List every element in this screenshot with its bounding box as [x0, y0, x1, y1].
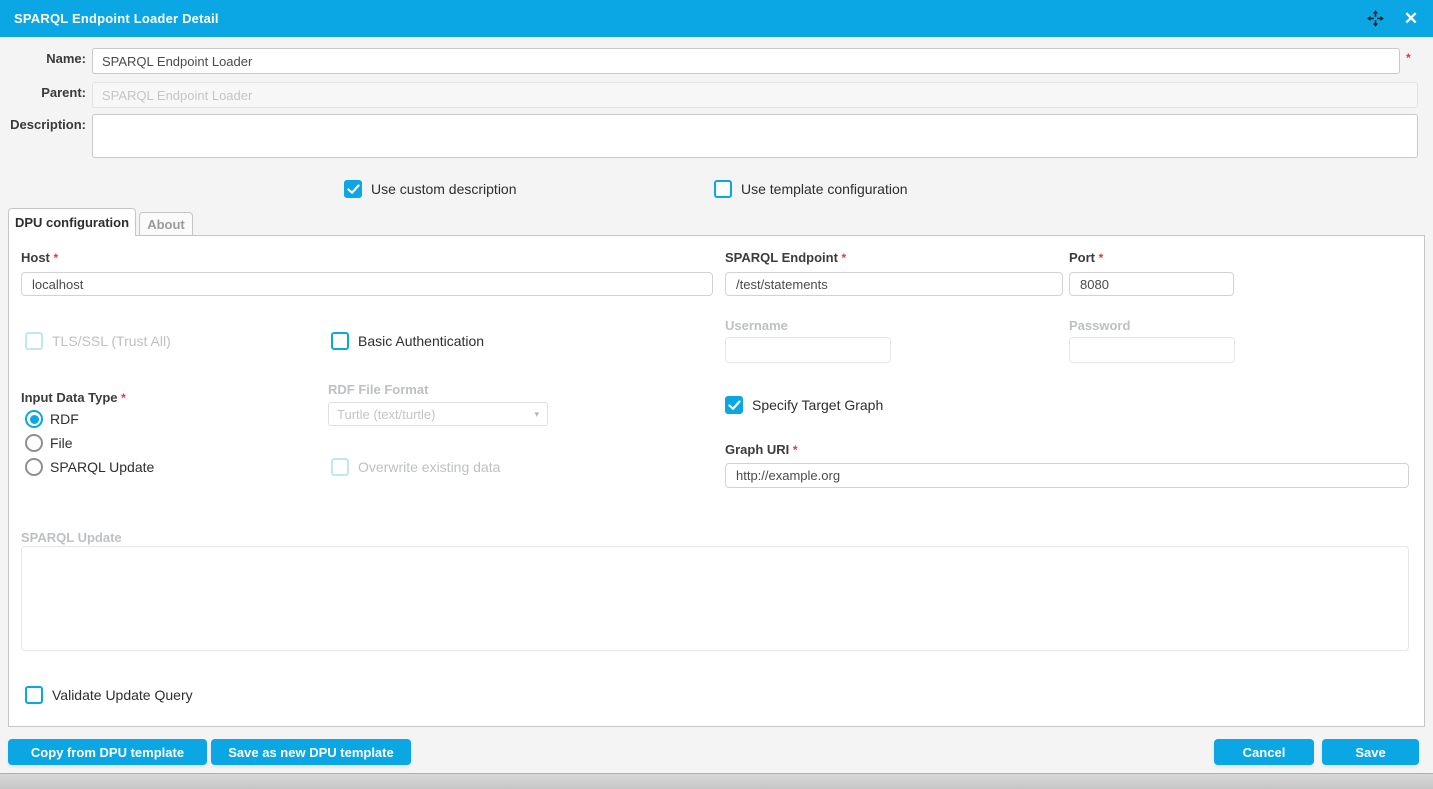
- sparql-update-label: SPARQL Update: [21, 530, 122, 545]
- basic-authentication-label: Basic Authentication: [358, 333, 484, 349]
- validate-update-query-checkbox[interactable]: Validate Update Query: [25, 686, 193, 704]
- radio-rdf[interactable]: RDF: [25, 410, 79, 428]
- basic-authentication-checkbox[interactable]: Basic Authentication: [331, 332, 484, 350]
- use-custom-description-checkbox[interactable]: Use custom description: [344, 180, 517, 198]
- tls-ssl-checkbox: TLS/SSL (Trust All): [25, 332, 171, 350]
- window-bottom-bar: [0, 773, 1433, 789]
- port-input[interactable]: [1069, 272, 1234, 296]
- rdf-file-format-label: RDF File Format: [328, 382, 428, 397]
- host-required-mark: *: [54, 251, 59, 265]
- tls-ssl-label: TLS/SSL (Trust All): [52, 333, 171, 349]
- name-input[interactable]: [92, 48, 1400, 74]
- use-template-configuration-label: Use template configuration: [741, 181, 908, 197]
- sparql-endpoint-input[interactable]: [725, 272, 1063, 296]
- radio-ring: [25, 434, 43, 452]
- tab-dpu-configuration[interactable]: DPU configuration: [8, 208, 136, 236]
- rdf-file-format-value: Turtle (text/turtle): [337, 407, 435, 422]
- checkbox-box: [331, 458, 349, 476]
- dialog-titlebar: SPARQL Endpoint Loader Detail ✕: [0, 0, 1433, 37]
- graph-uri-required-mark: *: [793, 443, 798, 457]
- radio-sparql-update[interactable]: SPARQL Update: [25, 458, 154, 476]
- name-required-mark: *: [1406, 51, 1411, 65]
- username-label: Username: [725, 318, 788, 333]
- radio-sparql-update-label: SPARQL Update: [50, 459, 154, 475]
- window-controls: ✕: [1365, 0, 1421, 37]
- cancel-button[interactable]: Cancel: [1214, 739, 1314, 765]
- dpu-detail-dialog: SPARQL Endpoint Loader Detail ✕ Name: * …: [0, 0, 1433, 789]
- tab-about[interactable]: About: [139, 212, 193, 236]
- port-label: Port *: [1069, 250, 1103, 265]
- checkbox-box: [725, 396, 743, 414]
- input-data-type-label: Input Data Type *: [21, 390, 126, 405]
- password-input: [1069, 337, 1235, 363]
- sparql-update-input: [21, 546, 1409, 651]
- radio-rdf-label: RDF: [50, 411, 79, 427]
- parent-label: Parent:: [0, 85, 86, 100]
- description-label: Description:: [0, 117, 86, 132]
- radio-ring: [25, 458, 43, 476]
- graph-uri-input[interactable]: [725, 463, 1409, 488]
- checkbox-box: [714, 180, 732, 198]
- chevron-down-icon: ▾: [534, 409, 539, 420]
- sparql-endpoint-label: SPARQL Endpoint *: [725, 250, 846, 265]
- port-required-mark: *: [1099, 251, 1104, 265]
- tab-about-label: About: [147, 217, 185, 232]
- host-input[interactable]: [21, 272, 713, 296]
- username-input: [725, 337, 891, 363]
- checkbox-box: [25, 686, 43, 704]
- checkbox-box: [25, 332, 43, 350]
- sparql-endpoint-required-mark: *: [842, 251, 847, 265]
- overwrite-existing-data-checkbox: Overwrite existing data: [331, 458, 500, 476]
- name-label: Name:: [0, 51, 86, 66]
- graph-uri-label: Graph URI *: [725, 442, 798, 457]
- checkbox-box: [344, 180, 362, 198]
- close-icon[interactable]: ✕: [1401, 9, 1421, 29]
- radio-file[interactable]: File: [25, 434, 73, 452]
- description-input[interactable]: [92, 114, 1418, 158]
- tab-dpu-configuration-label: DPU configuration: [15, 215, 129, 230]
- password-label: Password: [1069, 318, 1130, 333]
- overwrite-existing-data-label: Overwrite existing data: [358, 459, 500, 475]
- radio-ring: [25, 410, 43, 428]
- host-label: Host *: [21, 250, 58, 265]
- specify-target-graph-checkbox[interactable]: Specify Target Graph: [725, 396, 883, 414]
- use-template-configuration-checkbox[interactable]: Use template configuration: [714, 180, 908, 198]
- use-custom-description-label: Use custom description: [371, 181, 517, 197]
- dialog-title: SPARQL Endpoint Loader Detail: [14, 11, 219, 26]
- save-button[interactable]: Save: [1322, 739, 1419, 765]
- input-data-type-required-mark: *: [121, 391, 126, 405]
- save-as-new-dpu-template-button[interactable]: Save as new DPU template: [211, 739, 411, 765]
- specify-target-graph-label: Specify Target Graph: [752, 397, 883, 413]
- parent-input: [92, 82, 1418, 108]
- dpu-configuration-panel: Host * SPARQL Endpoint * Port * TLS/SSL …: [8, 235, 1425, 727]
- move-icon[interactable]: [1365, 9, 1385, 29]
- radio-file-label: File: [50, 435, 73, 451]
- rdf-file-format-select: Turtle (text/turtle) ▾: [328, 402, 548, 426]
- checkbox-box: [331, 332, 349, 350]
- validate-update-query-label: Validate Update Query: [52, 687, 193, 703]
- copy-from-dpu-template-button[interactable]: Copy from DPU template: [8, 739, 207, 765]
